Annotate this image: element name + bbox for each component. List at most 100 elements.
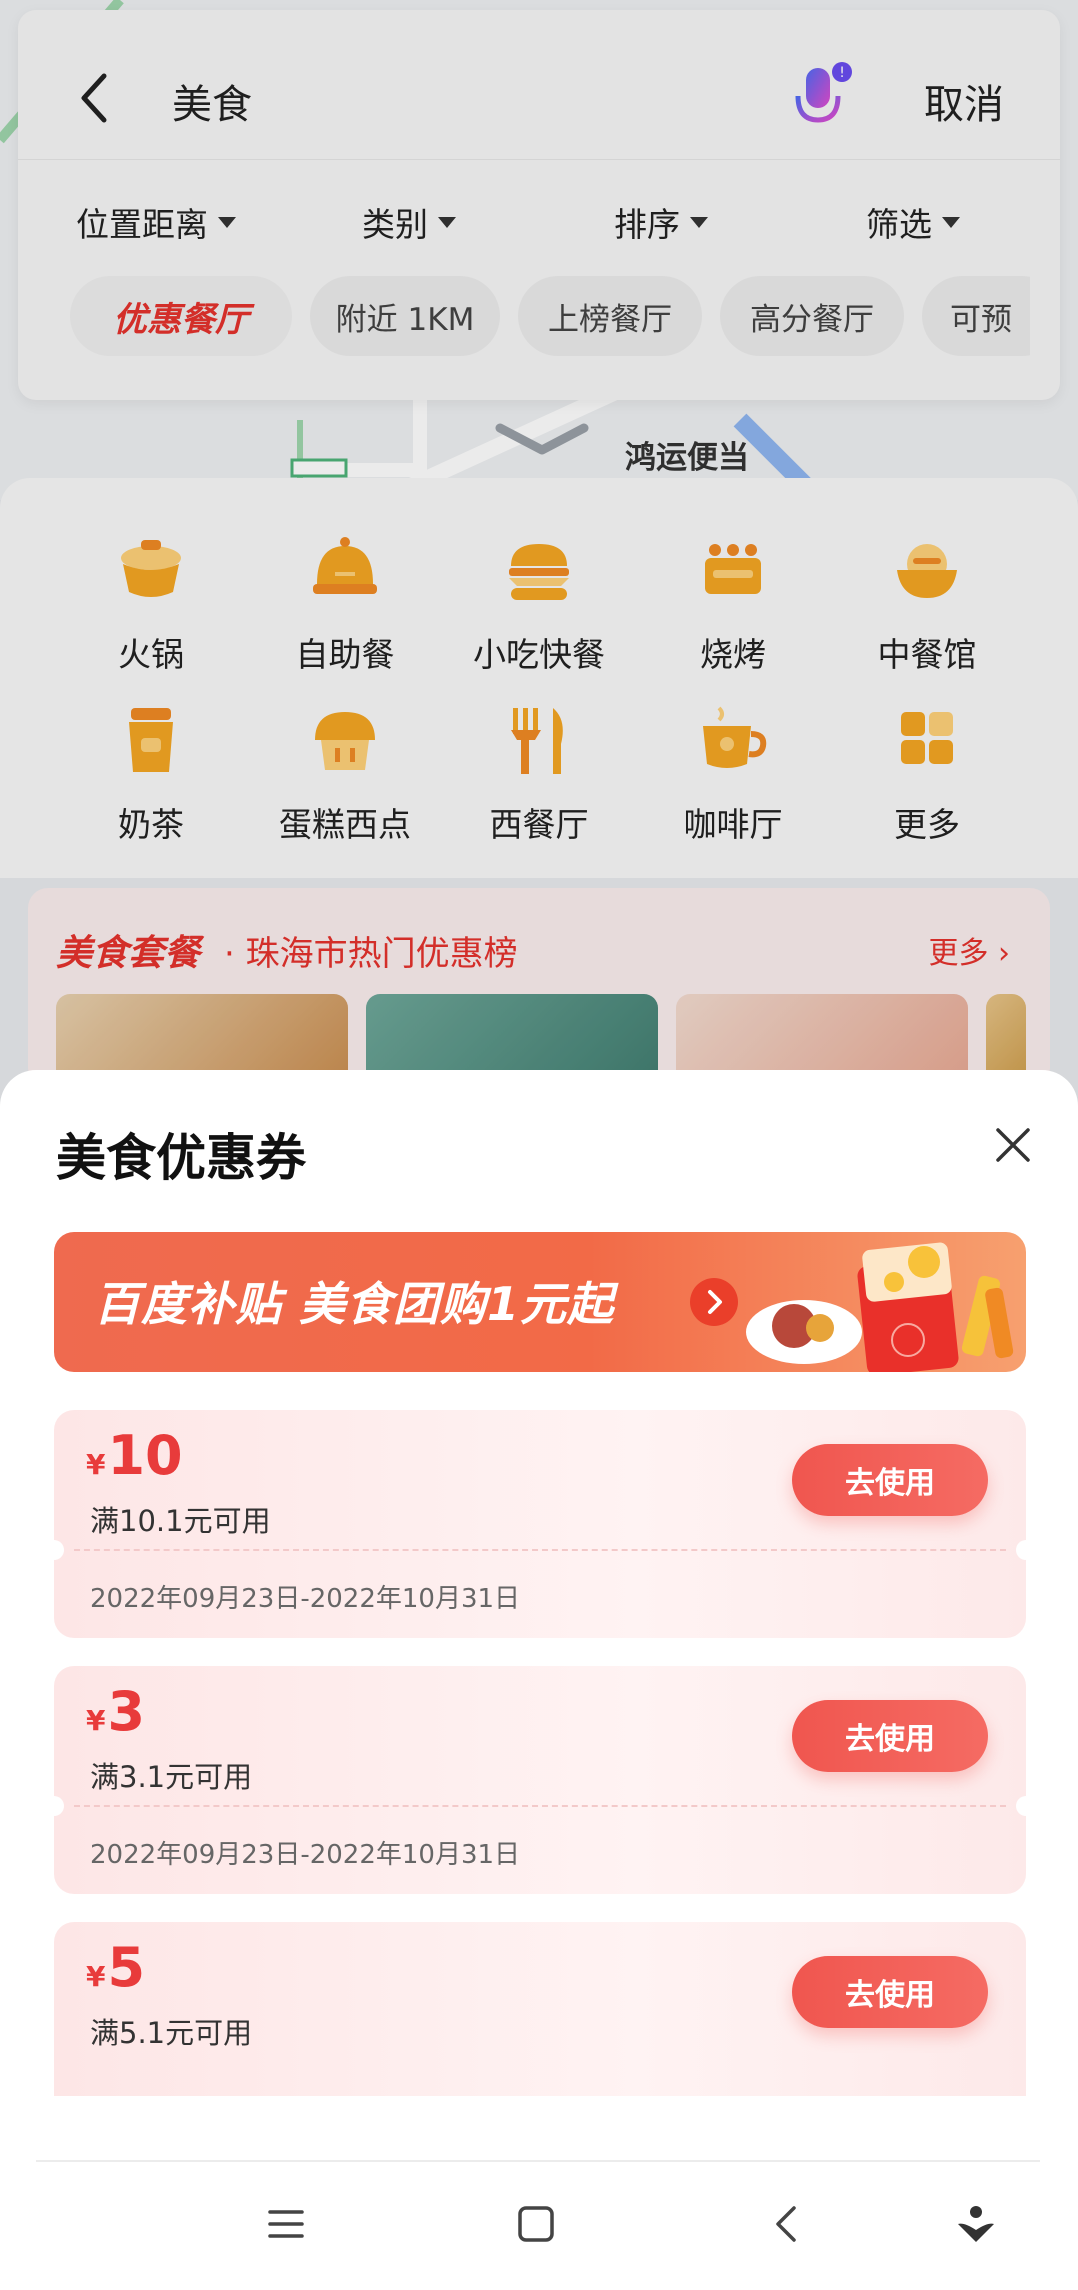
chip-reservable[interactable]: 可预 [922, 276, 1030, 356]
home-square-icon[interactable] [512, 2200, 560, 2248]
filter-distance[interactable]: 位置距离 [76, 198, 236, 246]
category-hotpot[interactable]: 火锅 [76, 530, 226, 676]
caret-down-icon [218, 216, 236, 228]
quick-filter-chips: 优惠餐厅 附近 1KM 上榜餐厅 高分餐厅 可预 [70, 276, 1030, 356]
more-label: 更多 [928, 936, 989, 971]
chip-discount-restaurant[interactable]: 优惠餐厅 [70, 276, 292, 356]
system-nav-bar [0, 2162, 1078, 2290]
coupon-amount: ¥ 3 [86, 1680, 145, 1743]
amount-value: 5 [107, 1936, 146, 1999]
coupon-card: ¥ 5 满5.1元可用 去使用 [54, 1922, 1026, 2096]
coupon-sheet: 美食优惠券 百度补贴 美食团购1元起 ¥ 10 满10.1元可用 去使用 202… [0, 1070, 1078, 2290]
close-icon[interactable] [990, 1122, 1036, 1168]
category-label: 更多 [894, 805, 960, 844]
subsidy-banner[interactable]: 百度补贴 美食团购1元起 [54, 1232, 1026, 1372]
filter-label: 排序 [614, 205, 680, 244]
category-bbq[interactable]: 烧烤 [658, 530, 808, 676]
search-panel: 美食 ! 取消 位置距离 类别 排序 筛选 优惠餐厅 附近 1KM 上榜餐厅 高… [18, 10, 1060, 400]
deal-subtitle: · 珠海市热门优惠榜 [224, 934, 518, 974]
cake-icon [315, 712, 375, 770]
ticket-notch [54, 1540, 64, 1560]
coupon-list[interactable]: ¥ 10 满10.1元可用 去使用 2022年09月23日-2022年10月31… [54, 1410, 1026, 2096]
coupon-validity: 2022年09月23日-2022年10月31日 [90, 1840, 521, 1870]
search-query[interactable]: 美食 [172, 72, 252, 130]
filter-category[interactable]: 类别 [362, 198, 456, 246]
use-coupon-button[interactable]: 去使用 [792, 1956, 988, 2028]
use-coupon-button[interactable]: 去使用 [792, 1700, 988, 1772]
category-chinese[interactable]: 中餐馆 [852, 530, 1002, 676]
amount-value: 3 [107, 1680, 146, 1743]
category-label: 火锅 [118, 635, 184, 674]
assistant-icon[interactable] [952, 2200, 1000, 2248]
ticket-divider [74, 1549, 1006, 1551]
coupon-condition: 满5.1元可用 [90, 2016, 253, 2050]
caret-down-icon [690, 216, 708, 228]
category-buffet[interactable]: 自助餐 [270, 530, 420, 676]
category-label: 自助餐 [295, 635, 395, 674]
collapse-chevron-icon[interactable] [492, 420, 592, 460]
category-panel: 火锅 自助餐 小吃快餐 烧烤 中餐馆 奶茶 蛋糕西点 西餐厅 咖啡厅 更多 [0, 478, 1078, 878]
category-western[interactable]: 西餐厅 [464, 700, 614, 846]
ticket-divider [74, 1805, 1006, 1807]
filter-label: 筛选 [866, 205, 932, 244]
back-arrow-icon[interactable] [74, 68, 114, 128]
filter-label: 位置距离 [76, 205, 208, 244]
amount-value: 10 [107, 1424, 183, 1487]
fork-knife-icon [511, 708, 563, 774]
filter-screen[interactable]: 筛选 [866, 198, 960, 246]
hotpot-icon [121, 540, 181, 597]
ticket-notch [1016, 1540, 1026, 1560]
chip-top-rated[interactable]: 高分餐厅 [720, 276, 904, 356]
back-icon[interactable] [764, 2200, 812, 2248]
chip-ranked-restaurant[interactable]: 上榜餐厅 [518, 276, 702, 356]
category-more[interactable]: 更多 [852, 700, 1002, 846]
grid-icon [901, 712, 953, 764]
category-milk-tea[interactable]: 奶茶 [76, 700, 226, 846]
milk-tea-icon [129, 708, 173, 772]
voice-mic-icon[interactable]: ! [788, 60, 858, 140]
burger-icon [509, 544, 569, 600]
cancel-button[interactable]: 取消 [924, 72, 1004, 130]
coupon-card: ¥ 3 满3.1元可用 去使用 2022年09月23日-2022年10月31日 [54, 1666, 1026, 1894]
deals-more-link[interactable]: 更多 › [928, 928, 1010, 972]
caret-down-icon [438, 216, 456, 228]
category-cafe[interactable]: 咖啡厅 [658, 700, 808, 846]
use-coupon-button[interactable]: 去使用 [792, 1444, 988, 1516]
category-snack-fastfood[interactable]: 小吃快餐 [464, 530, 614, 676]
coupon-condition: 满3.1元可用 [90, 1760, 253, 1794]
category-cake[interactable]: 蛋糕西点 [270, 700, 420, 846]
coupon-condition: 满10.1元可用 [90, 1504, 271, 1538]
coupon-amount: ¥ 10 [86, 1424, 183, 1487]
chevron-right-icon [690, 1278, 738, 1326]
deal-ranking-panel: 美食套餐 · 珠海市热门优惠榜 更多 › [28, 888, 1050, 1088]
filter-label: 类别 [362, 205, 428, 244]
currency-symbol: ¥ [86, 1448, 106, 1481]
category-label: 奶茶 [118, 805, 184, 844]
category-label: 烧烤 [700, 635, 766, 674]
red-envelope-illustration [746, 1242, 1014, 1372]
ticket-notch [1016, 1796, 1026, 1816]
ticket-notch [54, 1796, 64, 1816]
chip-nearby-1km[interactable]: 附近 1KM [310, 276, 500, 356]
coupon-amount: ¥ 5 [86, 1936, 145, 1999]
category-label: 小吃快餐 [473, 635, 605, 674]
category-label: 中餐馆 [877, 635, 977, 674]
map-poi-label[interactable]: 鸿运便当 [625, 432, 749, 477]
filter-row: 位置距离 类别 排序 筛选 [18, 198, 1060, 254]
coupon-card: ¥ 10 满10.1元可用 去使用 2022年09月23日-2022年10月31… [54, 1410, 1026, 1638]
category-label: 西餐厅 [489, 805, 589, 844]
search-bar: 美食 ! 取消 [18, 10, 1060, 160]
sheet-title: 美食优惠券 [56, 1129, 306, 1187]
filter-sort[interactable]: 排序 [614, 198, 708, 246]
deal-title: 美食套餐 [56, 933, 201, 974]
currency-symbol: ¥ [86, 1960, 106, 1993]
menu-icon[interactable] [262, 2200, 310, 2248]
coffee-icon [703, 706, 767, 768]
buffet-icon [313, 537, 377, 594]
caret-down-icon [942, 216, 960, 228]
rice-bowl-icon [897, 544, 957, 598]
svg-text:!: ! [839, 65, 845, 81]
banner-text: 百度补贴 美食团购1元起 [94, 1277, 615, 1331]
bbq-icon [705, 544, 761, 594]
category-label: 咖啡厅 [683, 805, 783, 844]
